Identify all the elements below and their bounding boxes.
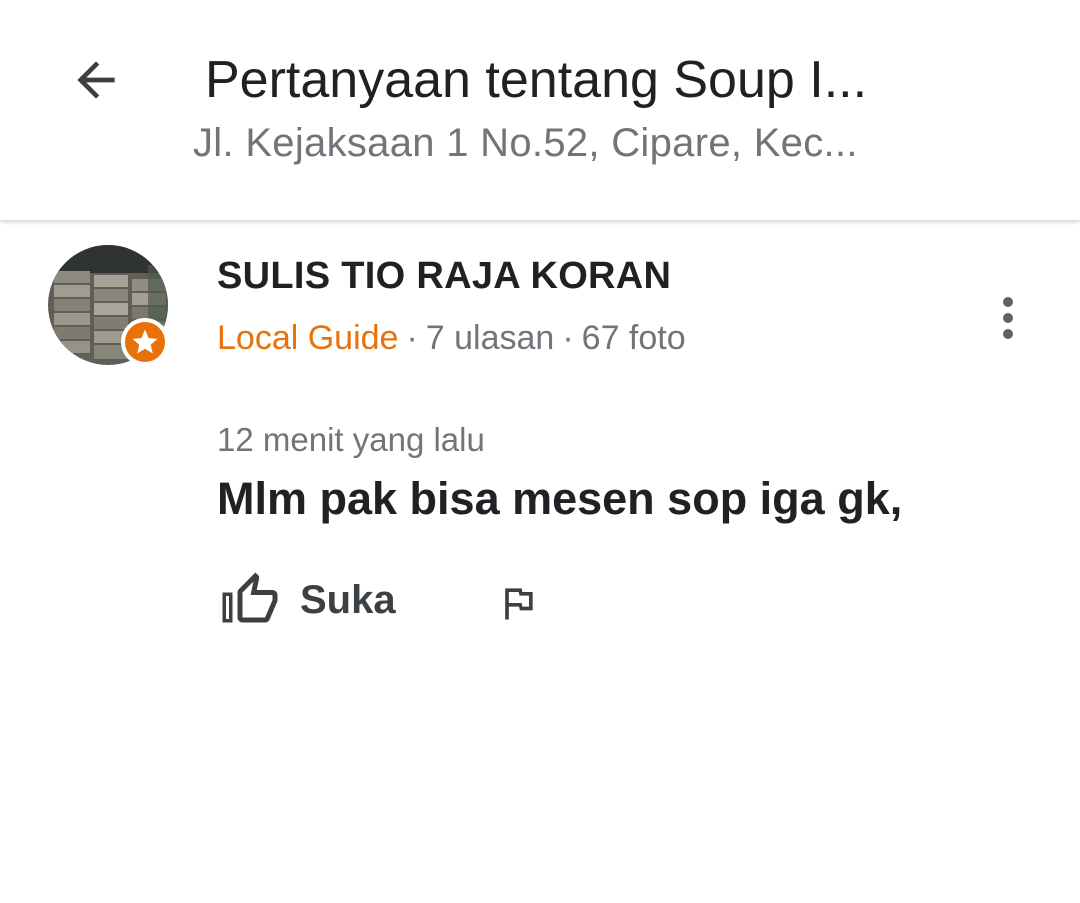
page-title: Pertanyaan tentang Soup I...	[205, 51, 868, 109]
question-timestamp: 12 menit yang lalu	[217, 421, 485, 458]
question-text: Mlm pak bisa mesen sop iga gk,	[217, 473, 903, 524]
star-icon	[132, 329, 158, 354]
review-count: 7 ulasan	[425, 319, 555, 357]
like-button[interactable]: Suka	[220, 565, 396, 635]
flag-icon	[505, 588, 533, 620]
back-button[interactable]	[60, 44, 132, 116]
app-bar: Pertanyaan tentang Soup I... Jl. Kejaksa…	[0, 0, 1080, 220]
report-button[interactable]	[490, 575, 546, 631]
author-name[interactable]: SULIS TIO RAJA KORAN	[217, 254, 671, 298]
more-options-button[interactable]	[984, 288, 1032, 348]
photo-count: 67 foto	[581, 319, 686, 357]
page-subtitle-address: Jl. Kejaksaan 1 No.52, Cipare, Kec...	[193, 121, 858, 165]
separator: ·	[562, 319, 574, 357]
author-meta: Local Guide · 7 ulasan · 67 foto	[217, 317, 686, 359]
local-guide-badge	[121, 318, 169, 366]
local-guide-label: Local Guide	[217, 319, 399, 357]
like-label: Suka	[300, 577, 396, 622]
arrow-left-icon	[77, 61, 115, 99]
more-vert-icon	[1003, 297, 1013, 339]
separator: ·	[406, 319, 418, 357]
thumbs-up-icon	[222, 572, 278, 623]
